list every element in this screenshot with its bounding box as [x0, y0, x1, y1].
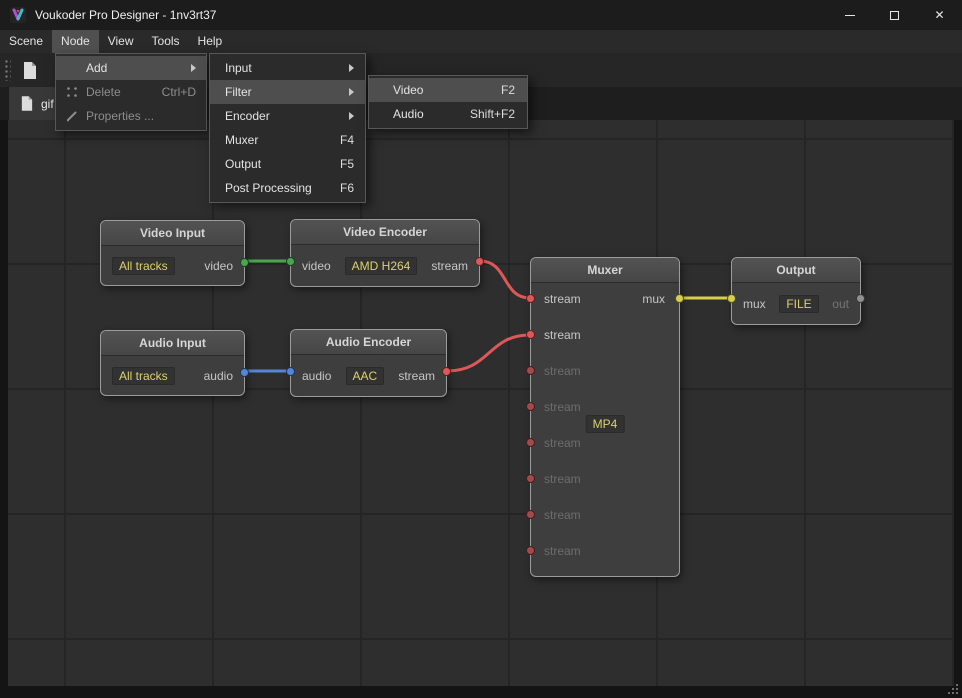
submenu-arrow-icon — [349, 88, 354, 96]
minimize-icon — [844, 14, 855, 16]
audio-encoder-out-label: stream — [398, 368, 435, 383]
video-encoder-codec-value[interactable]: AMD H264 — [344, 256, 418, 275]
muxer-output-port[interactable] — [675, 294, 684, 303]
menu-scene[interactable]: Scene — [0, 30, 52, 53]
maximize-button[interactable] — [872, 0, 917, 30]
filter-submenu: Video F2 Audio Shift+F2 — [368, 75, 528, 129]
node-video-encoder-title[interactable]: Video Encoder — [291, 220, 479, 245]
close-button[interactable]: ✕ — [917, 0, 962, 30]
video-encoder-out-label: stream — [431, 258, 468, 273]
maximize-icon — [890, 10, 899, 20]
muxer-stream-label-5: stream — [544, 436, 581, 450]
wires-layer — [243, 259, 733, 373]
menu-item-encoder[interactable]: Encoder — [210, 104, 365, 128]
window-controls: ✕ — [827, 0, 962, 30]
video-input-tracks-value[interactable]: All tracks — [112, 256, 175, 275]
app-logo-icon — [10, 7, 26, 23]
wire-audio-stream — [445, 333, 532, 373]
submenu-arrow-icon — [349, 112, 354, 120]
audio-encoder-input-port[interactable] — [286, 367, 295, 376]
node-video-input[interactable]: Video Input All tracks video — [100, 220, 249, 286]
title-bar: Voukoder Pro Designer - 1nv3rt37 ✕ — [0, 0, 962, 30]
muxer-stream-label-3: stream — [544, 364, 581, 378]
node-output[interactable]: Output mux FILE out — [727, 257, 865, 325]
node-video-input-title[interactable]: Video Input — [101, 221, 244, 246]
video-encoder-output-port[interactable] — [475, 257, 484, 266]
muxer-stream-port-3[interactable] — [526, 366, 535, 375]
window-title: Voukoder Pro Designer - 1nv3rt37 — [35, 8, 217, 22]
minimize-button[interactable] — [827, 0, 872, 30]
muxer-stream-port-4[interactable] — [526, 402, 535, 411]
close-icon: ✕ — [934, 8, 945, 22]
audio-input-output-port[interactable] — [240, 368, 249, 377]
muxer-stream-label-2: stream — [544, 328, 581, 342]
menu-item-output[interactable]: Output F5 — [210, 152, 365, 176]
menu-view[interactable]: View — [99, 30, 143, 53]
video-input-output-port[interactable] — [240, 258, 249, 267]
muxer-stream-label-1: stream — [544, 292, 581, 306]
output-output-port[interactable] — [856, 294, 865, 303]
muxer-stream-label-7: stream — [544, 508, 581, 522]
node-audio-input[interactable]: Audio Input All tracks audio — [100, 330, 249, 396]
audio-input-out-label: audio — [203, 368, 233, 383]
submenu-arrow-icon — [349, 64, 354, 72]
muxer-stream-port-2[interactable] — [526, 330, 535, 339]
menu-bar: Scene Node View Tools Help — [0, 30, 962, 53]
menu-item-filter[interactable]: Filter — [210, 80, 365, 104]
output-in-label: mux — [743, 296, 766, 311]
muxer-stream-port-8[interactable] — [526, 546, 535, 555]
output-file-value[interactable]: FILE — [779, 294, 819, 313]
submenu-arrow-icon — [191, 64, 196, 72]
node-output-title[interactable]: Output — [732, 258, 860, 283]
menu-item-video-filter[interactable]: Video F2 — [369, 78, 527, 102]
muxer-stream-port-1[interactable] — [526, 294, 535, 303]
wire-video-stream — [478, 259, 532, 300]
menu-item-input[interactable]: Input — [210, 56, 365, 80]
node-muxer[interactable]: Muxer stream stream stream stream stream… — [526, 257, 684, 577]
toolbar-drag-handle[interactable] — [4, 59, 11, 81]
audio-encoder-in-label: audio — [302, 368, 332, 383]
menu-help[interactable]: Help — [189, 30, 232, 53]
muxer-out-label: mux — [642, 292, 665, 306]
muxer-stream-port-7[interactable] — [526, 510, 535, 519]
video-input-out-label: video — [204, 258, 233, 273]
muxer-format-value[interactable]: MP4 — [585, 415, 625, 433]
menu-item-delete[interactable]: Delete Ctrl+D — [56, 80, 206, 104]
menu-item-audio-filter[interactable]: Audio Shift+F2 — [369, 102, 527, 126]
properties-pencil-icon — [65, 109, 79, 123]
menu-item-muxer[interactable]: Muxer F4 — [210, 128, 365, 152]
video-encoder-input-port[interactable] — [286, 257, 295, 266]
muxer-stream-label-6: stream — [544, 472, 581, 486]
node-dropdown-menu: Add Delete Ctrl+D Properties ... — [55, 53, 207, 131]
video-encoder-in-label: video — [302, 258, 331, 273]
node-audio-input-title[interactable]: Audio Input — [101, 331, 244, 356]
menu-item-add[interactable]: Add — [56, 56, 206, 80]
resize-grip[interactable] — [956, 692, 958, 694]
delete-icon — [65, 85, 79, 99]
node-video-encoder[interactable]: Video Encoder video AMD H264 stream — [286, 219, 484, 287]
muxer-stream-port-5[interactable] — [526, 438, 535, 447]
output-out-label: out — [832, 296, 849, 311]
new-scene-document-icon[interactable] — [23, 61, 37, 79]
document-icon — [21, 96, 33, 111]
menu-tools[interactable]: Tools — [143, 30, 189, 53]
muxer-stream-label-8: stream — [544, 544, 581, 558]
node-audio-encoder-title[interactable]: Audio Encoder — [291, 330, 446, 355]
output-input-port[interactable] — [727, 294, 736, 303]
tab-label: gif — [41, 96, 54, 111]
node-canvas[interactable]: Video Input All tracks video Video Encod… — [8, 120, 954, 686]
node-muxer-title[interactable]: Muxer — [531, 258, 679, 283]
menu-item-post-processing[interactable]: Post Processing F6 — [210, 176, 365, 200]
muxer-stream-port-6[interactable] — [526, 474, 535, 483]
add-submenu: Input Filter Encoder Muxer F4 Output F5 … — [209, 53, 366, 203]
muxer-stream-label-4: stream — [544, 400, 581, 414]
audio-encoder-output-port[interactable] — [442, 367, 451, 376]
audio-encoder-codec-value[interactable]: AAC — [345, 366, 385, 385]
menu-item-properties[interactable]: Properties ... — [56, 104, 206, 128]
menu-node[interactable]: Node — [52, 30, 99, 53]
node-audio-encoder[interactable]: Audio Encoder audio AAC stream — [286, 329, 451, 397]
audio-input-tracks-value[interactable]: All tracks — [112, 366, 175, 385]
